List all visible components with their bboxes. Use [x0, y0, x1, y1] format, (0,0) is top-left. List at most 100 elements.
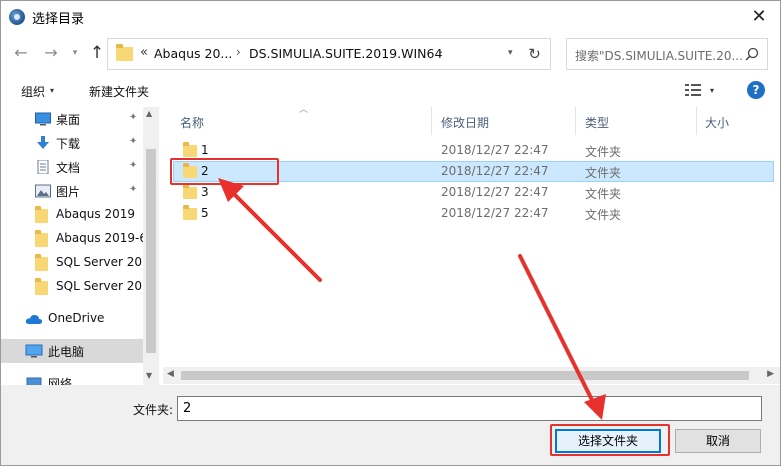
sort-ascending-icon: ︿ [299, 105, 309, 115]
column-divider[interactable] [696, 107, 697, 135]
sidebar-item-abaqus-2019[interactable]: Abaqus 2019 [1, 203, 143, 227]
file-name: 3 [201, 185, 209, 199]
column-header-name[interactable]: 名称 [180, 107, 204, 135]
breadcrumb-chevron-icon[interactable]: › [236, 45, 241, 59]
command-bar: 组织 ▾ 新建文件夹 ▾ ? [1, 77, 780, 105]
sidebar-item-documents[interactable]: 文档 ✦ [1, 155, 143, 179]
folder-icon [35, 254, 48, 271]
sidebar-item-desktop[interactable]: 桌面 ✦ [1, 107, 143, 131]
search-input[interactable]: 搜索"DS.SIMULIA.SUITE.20... [566, 38, 768, 70]
chevron-down-icon[interactable]: ▾ [50, 86, 54, 95]
folder-name-input[interactable]: 2 [177, 396, 762, 421]
file-date: 2018/12/27 22:47 [441, 143, 549, 157]
sidebar-item-label: OneDrive [48, 311, 105, 325]
folder-icon [183, 205, 197, 220]
file-type: 文件夹 [585, 187, 622, 201]
address-bar[interactable]: « Abaqus 20... › DS.SIMULIA.SUITE.2019.W… [107, 38, 551, 70]
picture-icon [35, 184, 51, 198]
sidebar-item-label: 图片 [56, 185, 81, 199]
highlight-box-folder-2 [170, 158, 279, 185]
computer-icon [25, 344, 43, 358]
sidebar-item-label: Abaqus 2019-6 [56, 231, 147, 245]
app-icon [9, 9, 25, 25]
view-options-icon[interactable] [685, 84, 701, 96]
help-icon[interactable]: ? [747, 81, 765, 99]
navigation-bar: ← → ▾ ↑ « Abaqus 20... › DS.SIMULIA.SUIT… [1, 35, 780, 73]
column-header-type[interactable]: 类型 [585, 107, 609, 135]
sidebar-item-label: 桌面 [56, 113, 81, 127]
sidebar-item-sql-server-2[interactable]: SQL Server 201 [1, 275, 150, 299]
column-divider[interactable] [575, 107, 576, 135]
pin-icon: ✦ [129, 136, 138, 147]
column-header-date[interactable]: 修改日期 [441, 107, 489, 135]
search-placeholder: 搜索"DS.SIMULIA.SUITE.20... [575, 49, 743, 63]
breadcrumb-ds-simulia[interactable]: DS.SIMULIA.SUITE.2019.WIN64 [249, 46, 442, 61]
pin-icon: ✦ [129, 160, 138, 171]
file-name: 5 [201, 206, 209, 220]
breadcrumb-abaqus[interactable]: Abaqus 20... [154, 46, 232, 61]
folder-field-label: 文件夹: [133, 403, 174, 417]
refresh-button[interactable]: ↻ [519, 38, 551, 70]
file-type: 文件夹 [585, 145, 622, 159]
horizontal-scrollbar[interactable]: ◀ ▶ [163, 367, 780, 384]
scroll-left-icon[interactable]: ◀ [167, 369, 174, 379]
new-folder-button[interactable]: 新建文件夹 [89, 83, 149, 100]
column-divider[interactable] [431, 107, 432, 135]
network-icon [26, 377, 42, 385]
folder-icon [183, 142, 197, 157]
close-button[interactable]: ✕ [744, 3, 774, 31]
file-row-5[interactable]: 5 2018/12/27 22:47 文件夹 [173, 203, 774, 224]
file-date: 2018/12/27 22:47 [441, 185, 549, 199]
search-icon[interactable] [745, 47, 759, 61]
sidebar-item-pictures[interactable]: 图片 ✦ [1, 179, 143, 203]
pin-icon: ✦ [129, 184, 138, 195]
sidebar-item-label: SQL Server 201 [56, 255, 150, 269]
pin-icon: ✦ [129, 112, 138, 123]
scroll-up-icon[interactable]: ▲ [146, 109, 152, 118]
scrollbar-thumb[interactable] [181, 371, 749, 380]
highlight-box-select-button [550, 424, 670, 456]
column-header-size[interactable]: 大小 [705, 107, 729, 135]
address-dropdown-icon[interactable]: ▾ [508, 48, 513, 58]
sidebar-item-abaqus-2019-6[interactable]: Abaqus 2019-6 [1, 227, 147, 251]
sidebar-item-onedrive[interactable]: OneDrive [1, 307, 143, 331]
chevron-down-icon[interactable]: ▾ [710, 86, 714, 95]
sidebar-item-network[interactable]: 网络 [1, 371, 143, 385]
document-icon [37, 160, 49, 174]
sidebar-item-label: 网络 [48, 377, 73, 385]
sidebar-item-sql-server-1[interactable]: SQL Server 201 [1, 251, 150, 275]
folder-icon [116, 44, 133, 61]
title-bar: 选择目录 ✕ [1, 1, 780, 33]
sidebar-item-label: Abaqus 2019 [56, 207, 136, 221]
scroll-down-icon[interactable]: ▼ [146, 371, 152, 380]
folder-icon [35, 278, 48, 295]
cancel-button[interactable]: 取消 [675, 429, 761, 453]
navigation-pane: 桌面 ✦ 下载 ✦ 文档 ✦ 图片 ✦ Abaqus 2019 Abaqus 2… [1, 107, 159, 385]
folder-icon [183, 184, 197, 199]
file-row-3[interactable]: 3 2018/12/27 22:47 文件夹 [173, 182, 774, 203]
forward-arrow-icon[interactable]: → [41, 43, 61, 63]
up-arrow-icon[interactable]: ↑ [87, 43, 107, 63]
scroll-right-icon[interactable]: ▶ [767, 369, 774, 379]
sidebar-item-label: 此电脑 [48, 345, 85, 359]
file-date: 2018/12/27 22:47 [441, 164, 549, 178]
breadcrumb-chevron-icon[interactable]: › [438, 45, 443, 59]
organize-button[interactable]: 组织 [21, 83, 45, 100]
folder-icon [35, 206, 48, 223]
download-icon [37, 136, 49, 149]
file-name: 1 [201, 143, 209, 157]
sidebar-item-label: SQL Server 201 [56, 279, 150, 293]
recent-locations-dropdown-icon[interactable]: ▾ [65, 43, 85, 63]
breadcrumb-overflow[interactable]: « [140, 45, 148, 60]
scrollbar-thumb[interactable] [146, 149, 156, 353]
window-title: 选择目录 [32, 12, 85, 27]
file-date: 2018/12/27 22:47 [441, 206, 549, 220]
back-arrow-icon[interactable]: ← [11, 43, 31, 63]
sidebar-item-this-pc[interactable]: 此电脑 [1, 339, 143, 363]
folder-icon [35, 230, 48, 247]
file-type: 文件夹 [585, 208, 622, 222]
cloud-icon [25, 314, 43, 324]
sidebar-item-downloads[interactable]: 下载 ✦ [1, 131, 143, 155]
navigation-pane-scrollbar[interactable]: ▲ ▼ [143, 107, 159, 385]
desktop-icon [35, 112, 51, 126]
